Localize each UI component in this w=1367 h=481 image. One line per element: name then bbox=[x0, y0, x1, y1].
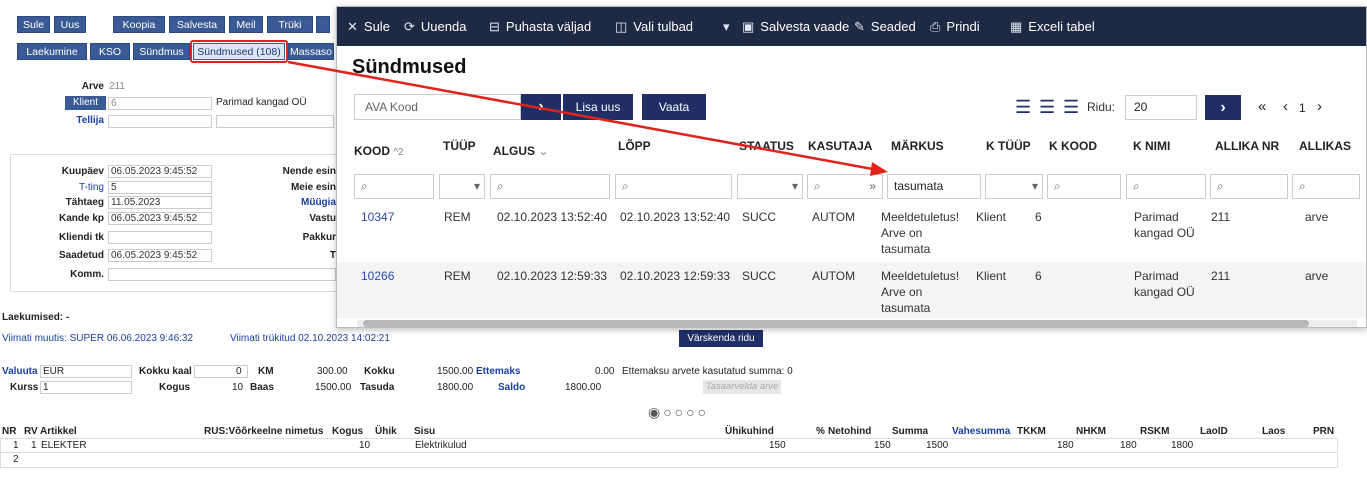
annotation-arrow bbox=[287, 60, 888, 176]
